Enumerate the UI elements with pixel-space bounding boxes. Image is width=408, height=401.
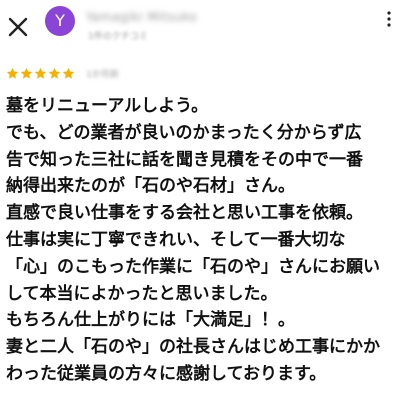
review-line: 墓をリニューアルしよう。 [6,96,209,116]
star-icon [20,67,33,79]
review-line: わった従業員の方々に感謝しております。 [6,363,327,384]
reviewer-name[interactable]: Yamagiki Mitsuko [86,10,197,24]
review-line: 仕事は実に丁寧できれい、そして一番大切な [6,229,346,250]
review-line: もちろん仕上がりには「大満足」！。 [6,310,295,331]
star-rating: 1か月前 [6,64,119,82]
star-icon [48,67,61,79]
review-line: でも、どの業者が良いのかまったく分からず広 [6,122,362,143]
review-date: 1か月前 [86,69,119,80]
review-header: Y Yamagiki Mitsuko 1件のクチコミ [0,0,408,60]
star-icon [34,67,47,79]
review-line: して本当によかったと思いました。 [6,283,278,304]
review-text: 墓をリニューアルしよう。 でも、どの業者が良いのかまったく分からず広 告で知った… [6,93,406,388]
review-line: 告で知った三社に話を聞き見積をその中で一番 [6,149,363,170]
more-vertical-icon[interactable] [381,11,397,27]
avatar[interactable]: Y [45,6,75,36]
reviewer-review-count: 1件のクチコミ [88,32,148,42]
close-icon[interactable] [7,16,29,38]
star-icon [6,67,19,79]
review-line: 「心」のこもった作業に「石のや」さんにお願い [6,256,380,277]
star-icon [62,67,75,79]
review-line: 妻と二人「石のや」の社長さんはじめ工事にかか [6,337,380,358]
review-line: 直感で良い仕事をする会社と思い工事を依頼。 [6,203,363,224]
review-line: 納得出来たのが「石のや石材」さん。 [6,176,295,197]
